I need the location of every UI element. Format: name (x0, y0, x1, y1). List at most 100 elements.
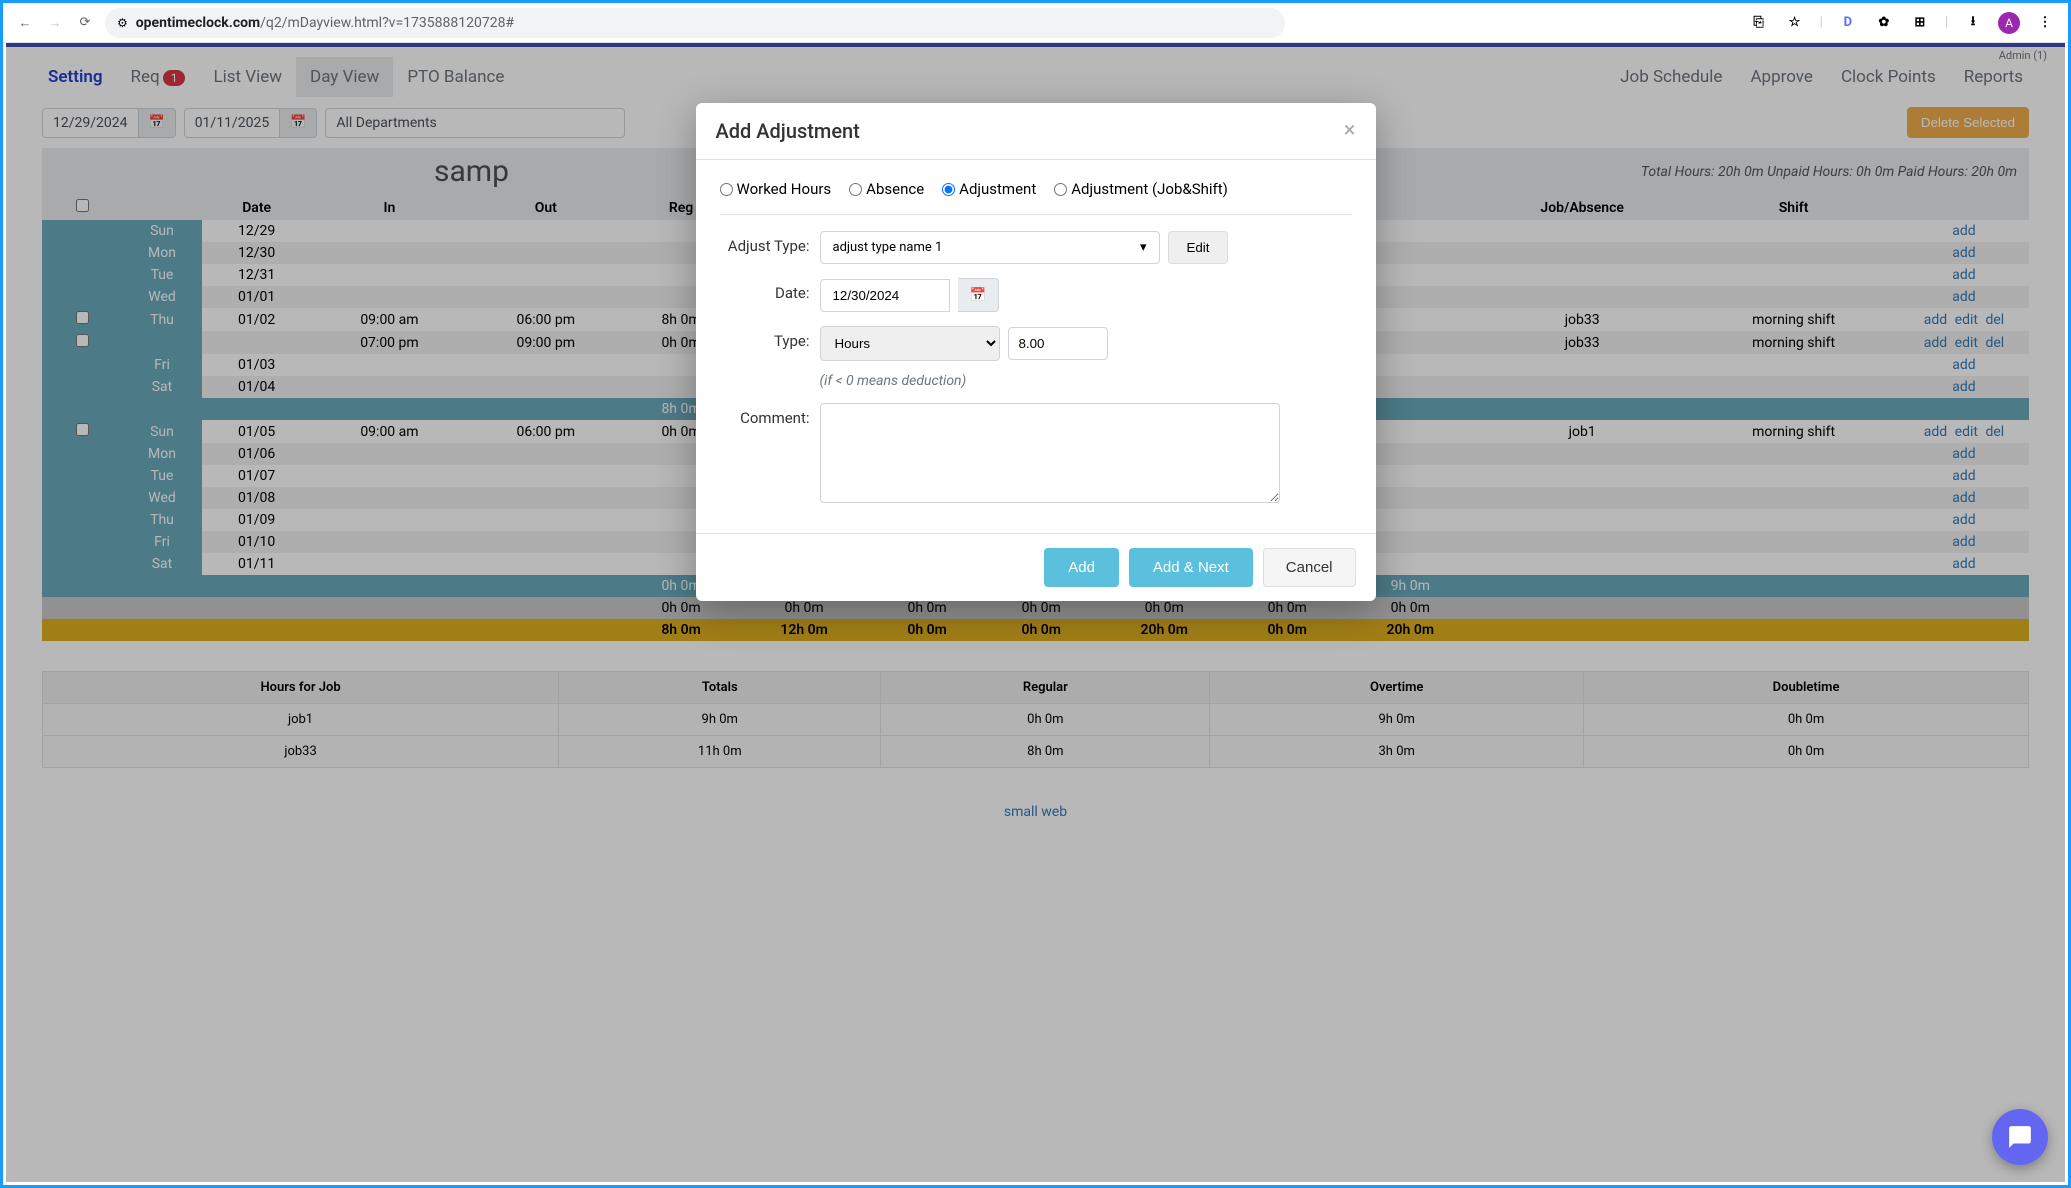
entry-type-radios: Worked Hours Absence Adjustment Adjustme… (720, 176, 1352, 215)
cancel-button[interactable]: Cancel (1263, 548, 1356, 587)
date-to-input[interactable]: 01/11/2025 (184, 108, 281, 138)
type-label: Type: (720, 326, 820, 350)
install-icon[interactable]: ⎘ (1748, 12, 1770, 34)
col-doubletime: Doubletime (1584, 672, 2029, 704)
job-row: job33 11h 0m 8h 0m 3h 0m 0h 0m (43, 736, 2029, 768)
del-link[interactable]: del (1983, 312, 2006, 328)
extension-flower-icon[interactable]: ✿ (1873, 12, 1895, 34)
date-from-input[interactable]: 12/29/2024 (42, 108, 139, 138)
caret-down-icon: ▾ (1140, 240, 1147, 255)
modal-title: Add Adjustment (716, 119, 860, 143)
job-summary-table: Hours for Job Totals Regular Overtime Do… (42, 671, 2029, 768)
col-in: In (311, 195, 467, 220)
col-date: Date (202, 195, 311, 220)
add-button[interactable]: Add (1044, 548, 1119, 587)
add-link[interactable]: add (1922, 312, 1949, 328)
nav-list-view[interactable]: List View (199, 57, 296, 97)
row-checkbox[interactable] (76, 311, 89, 324)
extensions-icon[interactable]: ⊞ (1909, 12, 1931, 34)
date-input[interactable] (820, 279, 950, 312)
grand-total-row: 8h 0m 12h 0m 0h 0m 0h 0m 20h 0m 0h 0m 20… (42, 619, 2029, 641)
date-label: Date: (720, 278, 820, 302)
nav-setting[interactable]: Setting (34, 57, 117, 97)
calendar-icon[interactable]: 📅 (958, 278, 1000, 312)
select-all-checkbox[interactable] (76, 199, 89, 212)
edit-link[interactable]: edit (1953, 424, 1980, 440)
nav-clock-points[interactable]: Clock Points (1827, 57, 1950, 97)
col-overtime: Overtime (1210, 672, 1584, 704)
col-out: Out (468, 195, 624, 220)
add-link[interactable]: add (1950, 223, 1977, 239)
add-link[interactable]: add (1950, 534, 1977, 550)
adjust-type-label: Adjust Type: (720, 231, 820, 255)
job-row: job1 9h 0m 0h 0m 9h 0m 0h 0m (43, 704, 2029, 736)
add-link[interactable]: add (1922, 335, 1949, 351)
radio-adjustment[interactable]: Adjustment (942, 180, 1036, 198)
summary-totals: Total Hours: 20h 0m Unpaid Hours: 0h 0m … (1641, 164, 2017, 180)
radio-worked-hours[interactable]: Worked Hours (720, 180, 832, 198)
menu-icon[interactable]: ⋮ (2034, 12, 2056, 34)
extension-d-icon[interactable]: D (1837, 12, 1859, 34)
add-next-button[interactable]: Add & Next (1129, 548, 1253, 587)
row-checkbox[interactable] (76, 334, 89, 347)
small-web-link[interactable]: small web (42, 804, 2029, 820)
department-select[interactable]: All Departments (325, 108, 625, 138)
type-select[interactable]: Hours (820, 326, 1000, 361)
deduction-hint: (if < 0 means deduction) (820, 373, 1352, 389)
row-checkbox[interactable] (76, 423, 89, 436)
nav-pto-balance[interactable]: PTO Balance (393, 57, 518, 97)
add-link[interactable]: add (1950, 446, 1977, 462)
comment-label: Comment: (720, 403, 820, 427)
col-hours-for-job: Hours for Job (43, 672, 559, 704)
req-badge: 1 (163, 70, 186, 86)
col-job: Job/Absence (1476, 195, 1688, 220)
close-icon[interactable]: × (1344, 120, 1356, 142)
add-link[interactable]: add (1950, 245, 1977, 261)
main-nav: Setting Req1 List View Day View PTO Bala… (6, 47, 2065, 97)
edit-link[interactable]: edit (1953, 312, 1980, 328)
add-link[interactable]: add (1950, 357, 1977, 373)
nav-req[interactable]: Req1 (117, 57, 200, 97)
url-text: opentimeclock.com/q2/mDayview.html?v=173… (136, 15, 514, 31)
nav-approve[interactable]: Approve (1736, 57, 1827, 97)
radio-adjustment-job-shift[interactable]: Adjustment (Job&Shift) (1054, 180, 1228, 198)
adjust-type-select[interactable]: adjust type name 1 ▾ (820, 231, 1160, 264)
browser-toolbar: ← → ⟳ ⚙ opentimeclock.com/q2/mDayview.ht… (3, 3, 2068, 43)
bookmark-icon[interactable]: ☆ (1784, 12, 1806, 34)
add-adjustment-modal: Add Adjustment × Worked Hours Absence Ad… (696, 103, 1376, 601)
add-link[interactable]: add (1950, 379, 1977, 395)
chat-widget-icon[interactable] (1992, 1109, 2048, 1165)
forward-button[interactable]: → (45, 13, 65, 33)
nav-job-schedule[interactable]: Job Schedule (1606, 57, 1736, 97)
profile-avatar[interactable]: A (1998, 12, 2020, 34)
nav-day-view[interactable]: Day View (296, 57, 393, 97)
delete-selected-button[interactable]: Delete Selected (1907, 107, 2029, 138)
comment-textarea[interactable] (820, 403, 1280, 503)
employee-name: samp (434, 154, 509, 189)
admin-label: Admin (1) (1999, 49, 2047, 62)
add-link[interactable]: add (1950, 289, 1977, 305)
date-from-calendar-icon[interactable]: 📅 (139, 108, 176, 138)
add-link[interactable]: add (1950, 267, 1977, 283)
col-totals: Totals (559, 672, 881, 704)
col-shift: Shift (1688, 195, 1899, 220)
add-link[interactable]: add (1950, 512, 1977, 528)
address-bar[interactable]: ⚙ opentimeclock.com/q2/mDayview.html?v=1… (105, 8, 1285, 38)
add-link[interactable]: add (1922, 424, 1949, 440)
del-link[interactable]: del (1983, 335, 2006, 351)
edit-adjust-type-button[interactable]: Edit (1168, 231, 1229, 264)
back-button[interactable]: ← (15, 13, 35, 33)
edit-link[interactable]: edit (1953, 335, 1980, 351)
del-link[interactable]: del (1983, 424, 2006, 440)
downloads-icon[interactable]: ⭳ (1962, 12, 1984, 34)
add-link[interactable]: add (1950, 490, 1977, 506)
site-settings-icon[interactable]: ⚙ (117, 16, 128, 30)
hours-input[interactable] (1008, 327, 1108, 360)
radio-absence[interactable]: Absence (849, 180, 924, 198)
date-to-calendar-icon[interactable]: 📅 (280, 108, 317, 138)
nav-reports[interactable]: Reports (1950, 57, 2037, 97)
col-regular: Regular (881, 672, 1210, 704)
reload-button[interactable]: ⟳ (75, 13, 95, 33)
add-link[interactable]: add (1950, 556, 1977, 572)
add-link[interactable]: add (1950, 468, 1977, 484)
